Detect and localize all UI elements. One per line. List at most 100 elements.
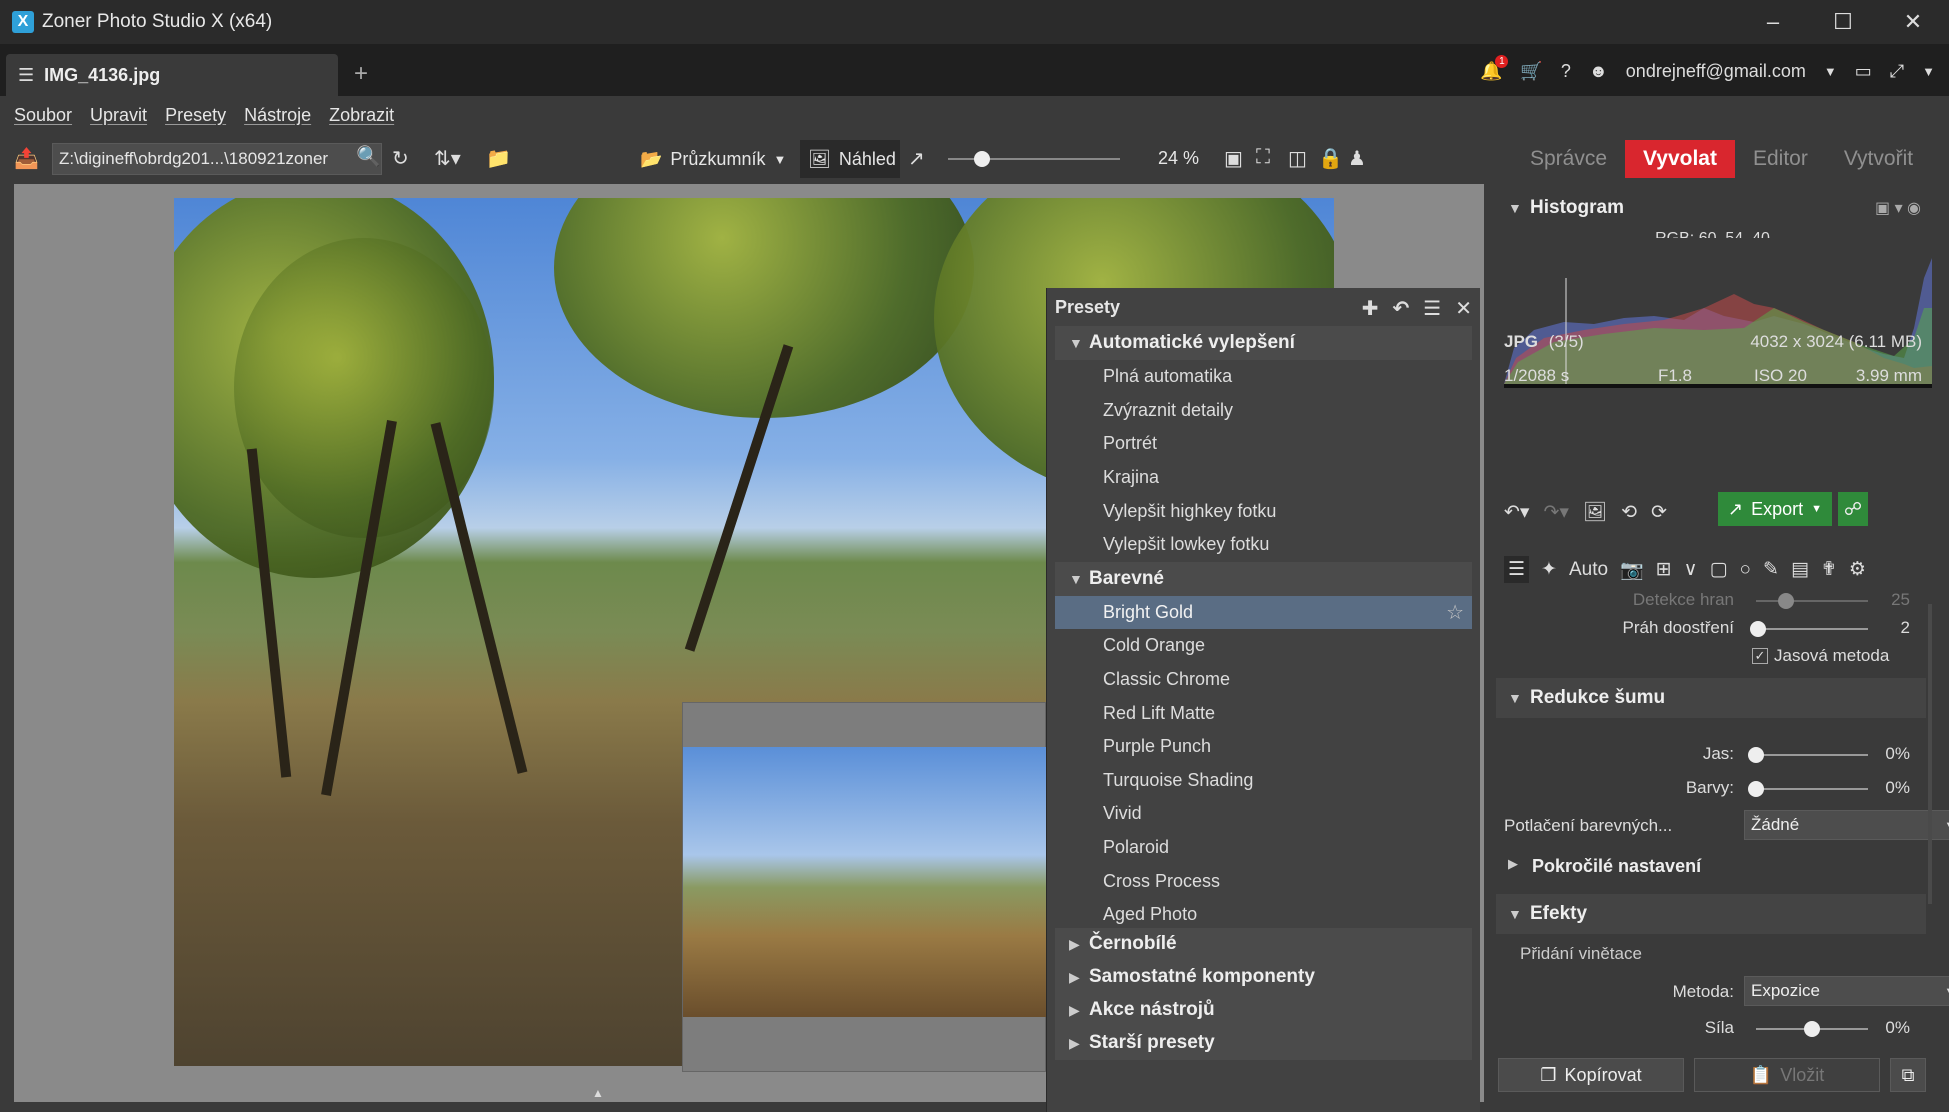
refresh-icon[interactable]: ↻ [392,146,409,171]
preset-item[interactable]: Cold Orange [1055,629,1472,663]
gradient-icon[interactable]: ▤ [1791,558,1809,581]
wand-icon[interactable]: ✦ [1541,558,1557,581]
preset-group-header[interactable]: ▶ Akce nástrojů [1055,993,1472,1027]
crop-icon[interactable]: ⊞ [1656,558,1672,581]
effects-header[interactable]: ▼ Efekty [1496,894,1926,934]
preset-item[interactable]: Purple Punch [1055,730,1472,764]
explorer-button[interactable]: 📂 Průzkumník ▼ [640,143,786,175]
document-tab[interactable]: ☰ IMG_4136.jpg [6,54,338,96]
preset-group-header[interactable]: ▶ Starší presety [1055,1026,1472,1060]
chevron-down-icon[interactable]: ▼ [1922,64,1935,79]
collapse-filmstrip-icon[interactable]: ▲ [592,1086,604,1100]
rotate-left-icon[interactable]: ⟲ [1621,501,1637,524]
preset-item[interactable]: Portrét [1055,427,1472,461]
star-icon[interactable]: ☆ [1446,600,1464,625]
preset-item[interactable]: Vylepšit highkey fotku [1055,494,1472,528]
preset-item[interactable]: Bright Gold ☆ [1055,595,1472,630]
preview-button[interactable]: 🖼 Náhled [800,140,900,178]
preset-item[interactable]: Red Lift Matte [1055,696,1472,730]
fullscreen-icon[interactable]: ⤢ [1890,61,1904,82]
camera-icon[interactable]: 📷 [1620,558,1644,582]
mode-vytvorit[interactable]: Vytvořit [1826,140,1931,178]
strength-thumb[interactable] [1804,1021,1820,1037]
auto-label[interactable]: Auto [1569,559,1608,581]
mode-vyvolat[interactable]: Vyvolat [1625,140,1735,178]
gear-icon[interactable]: ⚙ [1849,558,1866,581]
circle-icon[interactable]: ○ [1740,559,1751,581]
path-input[interactable]: Z:\digineff\obrdg201...\180921zoner [52,143,382,175]
monitor-icon[interactable]: ▭ [1855,61,1872,82]
vignette-method-dropdown[interactable]: Expozice ▼ [1744,976,1949,1006]
mode-spravce[interactable]: Správce [1512,140,1625,178]
preset-item[interactable]: Krajina [1055,461,1472,495]
preset-item[interactable]: Zvýraznit detaily [1055,394,1472,428]
zoom-slider[interactable] [948,151,1120,167]
preset-item[interactable]: Classic Chrome [1055,663,1472,697]
bandage-icon[interactable]: ✟ [1821,558,1837,581]
undo-icon[interactable]: ↶▾ [1504,501,1529,524]
image-icon[interactable]: 🖼 [1583,500,1607,524]
menu-soubor[interactable]: Soubor [14,105,72,126]
preset-group-header[interactable]: ▼ Barevné [1055,561,1472,596]
fullscreen-view-icon[interactable]: ⛶ [1256,146,1270,169]
chroma-thumb[interactable] [1748,781,1764,797]
brush-icon[interactable]: ✎ [1763,558,1779,581]
search-icon[interactable]: 🔍 [356,144,381,169]
sliders-icon[interactable]: ☰ [1504,556,1530,583]
rotate-right-icon[interactable]: ⟳ [1651,501,1667,524]
menu-upravit[interactable]: Upravit [90,105,147,126]
close-icon[interactable]: ✕ [1455,296,1472,321]
luma-method-checkbox[interactable]: ✓ Jasová metoda [1752,646,1889,666]
help-icon[interactable]: ? [1561,61,1571,82]
bell-icon[interactable]: 🔔 1 [1480,54,1509,82]
close-window-button[interactable]: ✕ [1878,0,1948,44]
undo-icon[interactable]: ↶ [1393,296,1410,321]
perspective-icon[interactable]: ∨ [1684,558,1698,581]
folder-up-icon[interactable]: 📤 [14,146,39,171]
preset-item[interactable]: Aged Photo [1055,898,1472,932]
preset-group-header[interactable]: ▼ Automatické vylepšení [1055,326,1472,360]
stamp-icon[interactable]: ♟ [1348,146,1366,171]
menu-zobrazit[interactable]: Zobrazit [329,105,394,126]
mode-editor[interactable]: Editor [1735,140,1826,178]
lock-icon[interactable]: 🔒 [1318,146,1343,171]
noise-header[interactable]: ▼ Redukce šumu [1496,678,1926,718]
compare-icon[interactable]: ◫ [1288,146,1307,171]
external-window-icon[interactable]: ↗ [908,146,925,171]
preset-item[interactable]: Turquoise Shading [1055,764,1472,798]
edge-detect-thumb[interactable] [1778,593,1795,609]
maximize-button[interactable]: ☐ [1808,0,1878,44]
add-preset-icon[interactable]: ✚ [1362,296,1379,321]
preset-item[interactable]: Vivid [1055,797,1472,831]
account-label[interactable]: ondrejneff@gmail.com [1626,61,1806,82]
preset-group-header[interactable]: ▶ Černobílé [1055,927,1472,961]
zoom-slider-thumb[interactable] [974,151,991,167]
cart-icon[interactable]: 🛒 [1520,61,1542,82]
minimize-button[interactable]: – [1738,0,1808,44]
copy-settings-button[interactable]: ⧉ [1890,1058,1926,1092]
export-button[interactable]: ↗ Export ▼ [1718,492,1832,526]
preset-item[interactable]: Cross Process [1055,864,1472,898]
chevron-down-icon[interactable]: ▼ [1824,64,1837,79]
paste-button[interactable]: 📋 Vložit [1694,1058,1880,1092]
menu-icon[interactable]: ☰ [1423,296,1441,321]
menu-presety[interactable]: Presety [165,105,226,126]
sort-icon[interactable]: ⇅▾ [434,146,461,171]
add-tab-button[interactable]: + [354,60,368,88]
menu-nastroje[interactable]: Nástroje [244,105,311,126]
preset-item[interactable]: Plná automatika [1055,360,1472,394]
panel-scrollbar[interactable] [1928,604,1932,904]
preset-item[interactable]: Vylepšit lowkey fotku [1055,528,1472,562]
histogram-header[interactable]: ▼ Histogram ▣ ▾ ◉ [1496,188,1929,228]
fit-icon[interactable]: ▣ [1224,146,1243,171]
copy-button[interactable]: ❐ Kopírovat [1498,1058,1684,1092]
advanced-settings-toggle[interactable]: ▶ Pokročilé nastavení [1508,856,1701,877]
preset-item[interactable]: Polaroid [1055,831,1472,865]
preset-group-header[interactable]: ▶ Samostatné komponenty [1055,960,1472,994]
share-button[interactable]: ☍ [1838,492,1868,526]
frame-icon[interactable]: ▢ [1710,558,1728,581]
luma-thumb[interactable] [1748,747,1764,763]
threshold-thumb[interactable] [1750,621,1767,637]
histogram-options-icon[interactable]: ▣ ▾ ◉ [1875,198,1921,218]
suppress-dropdown[interactable]: Žádné ▼ [1744,810,1949,840]
